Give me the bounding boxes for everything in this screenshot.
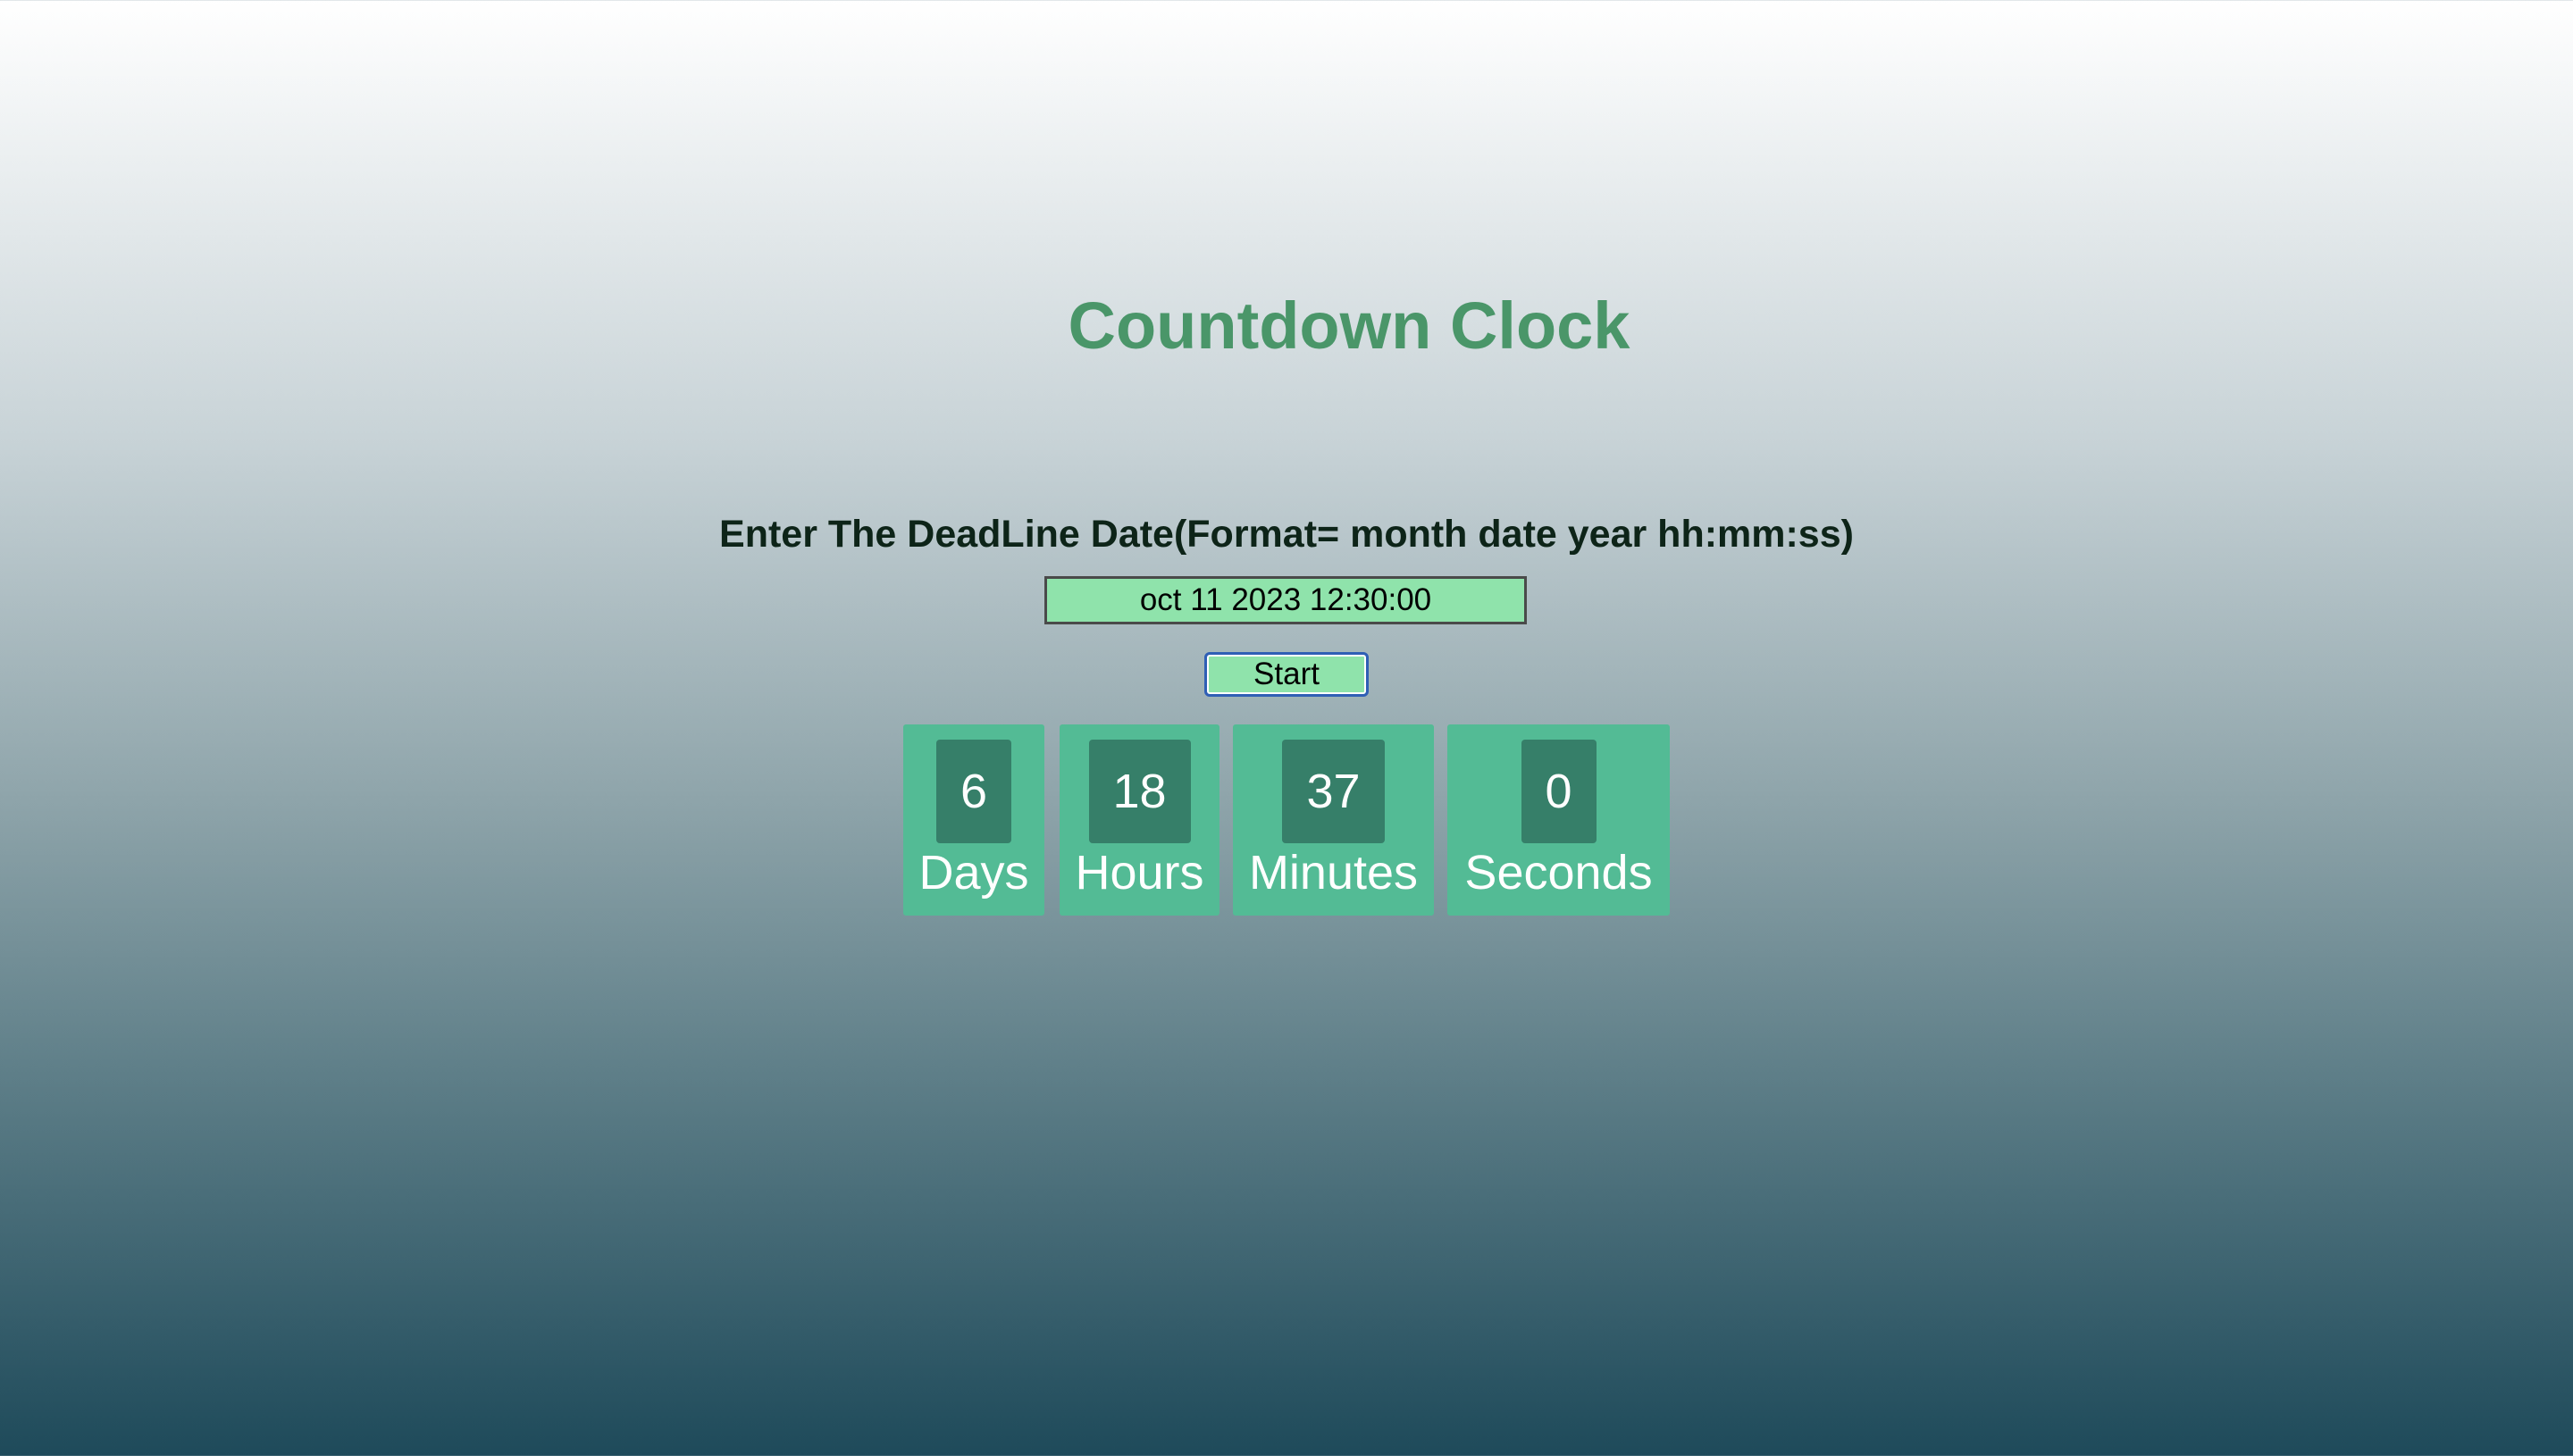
page-title: Countdown Clock [1068, 289, 1630, 363]
start-button[interactable]: Start [1204, 652, 1369, 697]
deadline-prompt-label: Enter The DeadLine Date(Format= month da… [719, 513, 1854, 556]
minutes-label: Minutes [1248, 846, 1419, 900]
seconds-unit: 0 Seconds [1447, 724, 1670, 916]
hours-label: Hours [1075, 846, 1204, 900]
minutes-unit: 37 Minutes [1233, 724, 1434, 916]
days-unit: 6 Days [903, 724, 1044, 916]
seconds-value: 0 [1521, 740, 1597, 843]
hours-value: 18 [1088, 740, 1191, 843]
days-label: Days [918, 846, 1029, 900]
hours-unit: 18 Hours [1060, 724, 1219, 916]
seconds-label: Seconds [1464, 846, 1653, 900]
minutes-value: 37 [1282, 740, 1385, 843]
deadline-input[interactable] [1044, 576, 1527, 624]
days-value: 6 [936, 740, 1011, 843]
